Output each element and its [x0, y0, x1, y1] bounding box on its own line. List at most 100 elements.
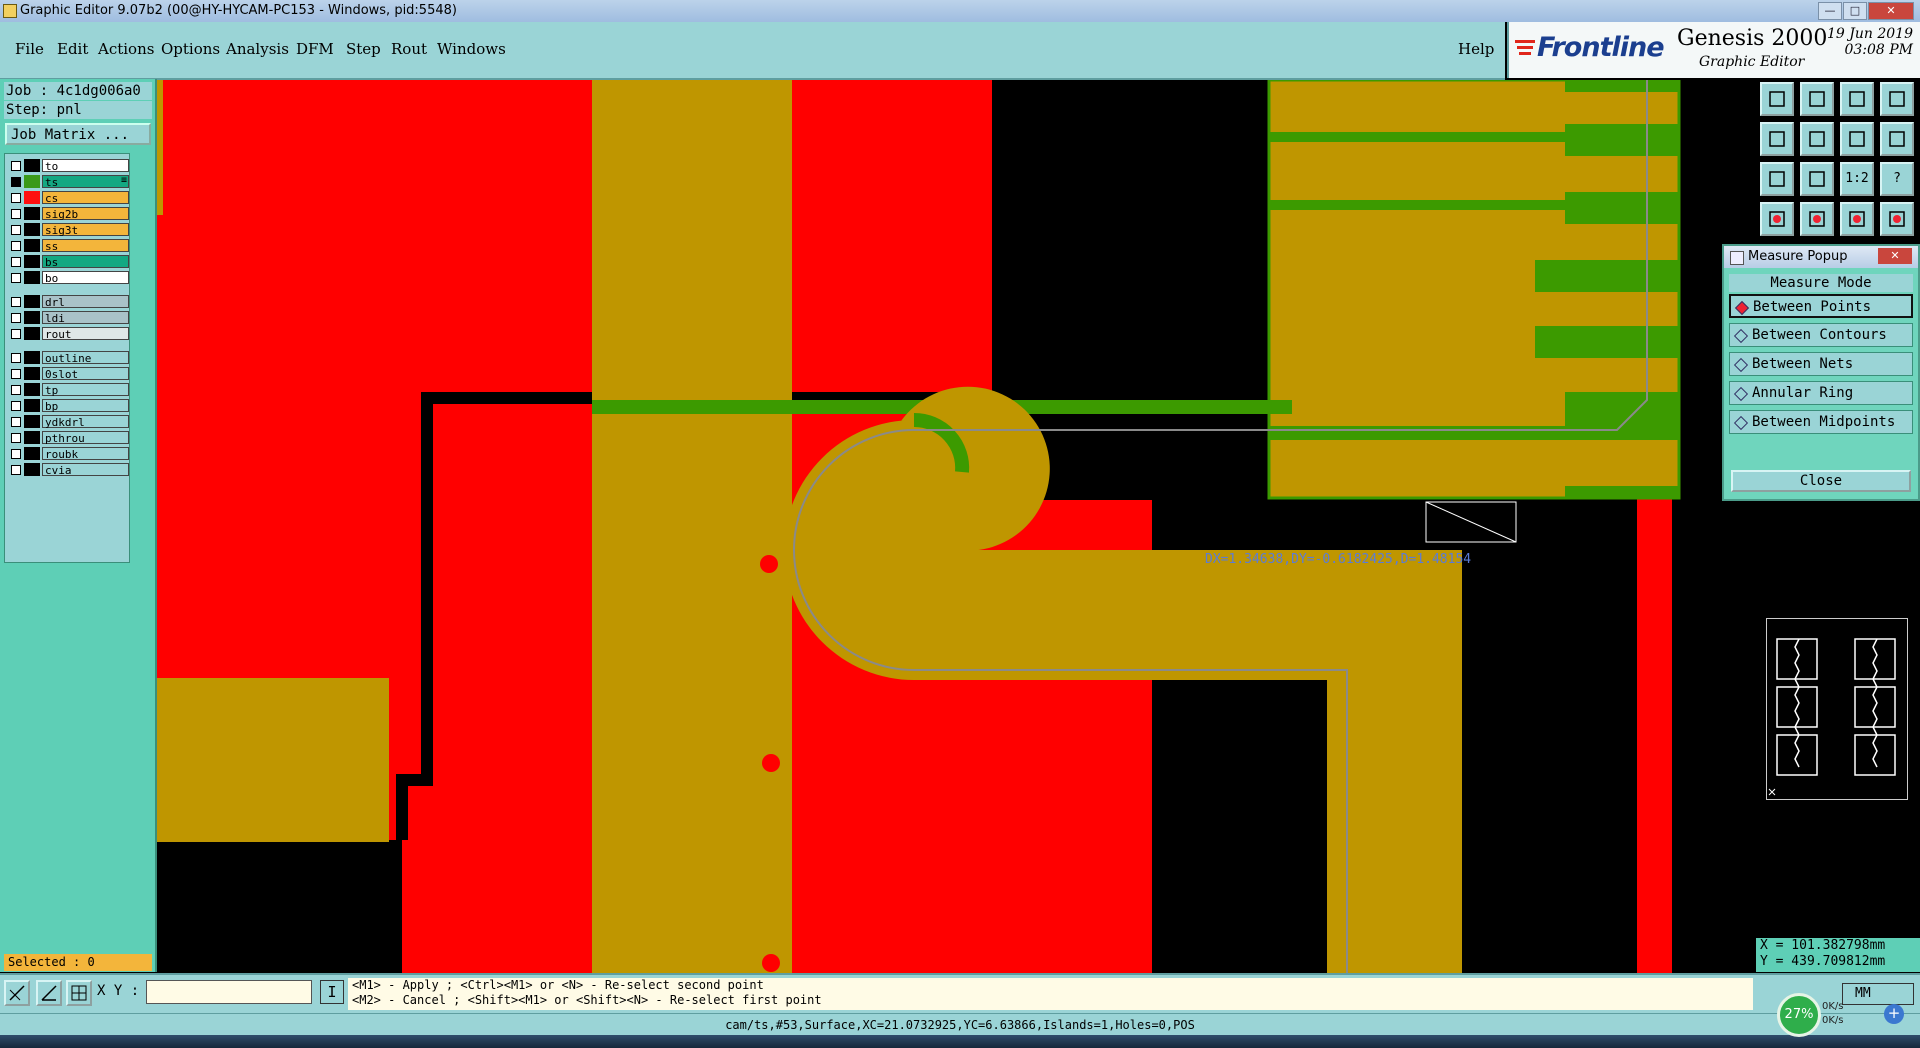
layer-row-ss[interactable]: ss: [8, 238, 129, 253]
graphic-canvas[interactable]: DX=1.34638,DY=-0.6182425,D=1.48154: [157, 80, 1754, 973]
layer-row-sig3t[interactable]: sig3t: [8, 222, 129, 237]
layer-checkbox[interactable]: [11, 401, 21, 411]
layer-checkbox[interactable]: [11, 369, 21, 379]
grid-icon[interactable]: [66, 980, 92, 1006]
layer-row-ts[interactable]: ts ≡: [8, 174, 129, 189]
layer-row-bs[interactable]: bs: [8, 254, 129, 269]
layer-row-bo[interactable]: bo: [8, 270, 129, 285]
measure-option-between-points[interactable]: Between Points: [1729, 294, 1913, 318]
layer-checkbox[interactable]: [11, 385, 21, 395]
compare-icon[interactable]: [1880, 202, 1914, 236]
measure-option-between-contours[interactable]: Between Contours: [1729, 323, 1913, 347]
job-matrix-button[interactable]: Job Matrix ...: [5, 123, 151, 145]
pan-left-icon[interactable]: [1760, 122, 1794, 156]
close-window-button[interactable]: ✕: [1868, 2, 1914, 20]
menu-help[interactable]: Help: [1458, 40, 1494, 58]
layer-checkbox[interactable]: [11, 161, 21, 171]
layer-checkbox[interactable]: [11, 225, 21, 235]
measure-icon[interactable]: [1760, 202, 1794, 236]
app-icon: [3, 4, 17, 18]
layer-row-cvia[interactable]: cvia: [8, 462, 129, 477]
draw-line-icon[interactable]: [4, 980, 30, 1006]
layer-row-bp[interactable]: bp: [8, 398, 129, 413]
layer-row-drl[interactable]: drl: [8, 294, 129, 309]
overview-map[interactable]: [1767, 619, 1907, 799]
layer-checkbox[interactable]: [11, 433, 21, 443]
layer-row-pthrou[interactable]: pthrou: [8, 430, 129, 445]
menu-windows[interactable]: Windows: [437, 40, 506, 58]
via-pad: [762, 754, 780, 772]
layer-checkbox[interactable]: [11, 193, 21, 203]
pcb-artwork[interactable]: DX=1.34638,DY=-0.6182425,D=1.48154: [157, 80, 1754, 973]
layer-row-tp[interactable]: tp: [8, 382, 129, 397]
menu-analysis[interactable]: Analysis: [226, 40, 289, 58]
home-icon[interactable]: [1840, 82, 1874, 116]
menu-dfm[interactable]: DFM: [296, 40, 334, 58]
layer-row-ydkdrl[interactable]: ydkdrl: [8, 414, 129, 429]
layer-row-0slot[interactable]: 0slot: [8, 366, 129, 381]
layer-checkbox[interactable]: [11, 257, 21, 267]
network-plus-icon[interactable]: +: [1884, 1004, 1904, 1024]
layer-row-roubk[interactable]: roubk: [8, 446, 129, 461]
layer-row-sig2b[interactable]: sig2b: [8, 206, 129, 221]
measure-option-between-midpoints[interactable]: Between Midpoints: [1729, 410, 1913, 434]
layer-checkbox[interactable]: [11, 273, 21, 283]
popup-close-button[interactable]: Close: [1731, 470, 1911, 492]
gold-strip: [592, 80, 792, 973]
popup-header[interactable]: Measure Popup ✕: [1724, 246, 1918, 268]
help-icon[interactable]: ?: [1880, 162, 1914, 196]
measure-option-label: Between Contours: [1752, 327, 1887, 343]
xy-input[interactable]: [146, 980, 312, 1004]
snap-icon[interactable]: [1800, 82, 1834, 116]
net-icon[interactable]: [1800, 202, 1834, 236]
menu-edit[interactable]: Edit: [57, 40, 88, 58]
layer-checkbox[interactable]: [11, 313, 21, 323]
layers-icon[interactable]: [1840, 202, 1874, 236]
measure-option-between-nets[interactable]: Between Nets: [1729, 352, 1913, 376]
layer-row-rout[interactable]: rout: [8, 326, 129, 341]
one-to-two-icon[interactable]: 1:2: [1840, 162, 1874, 196]
window-title-bar: Graphic Editor 9.07b2 (00@HY-HYCAM-PC153…: [0, 0, 1920, 22]
maximize-button[interactable]: □: [1843, 2, 1867, 20]
menu-actions[interactable]: Actions: [98, 40, 154, 58]
layer-row-to[interactable]: to: [8, 158, 129, 173]
hint-line-1: <M1> - Apply ; <Ctrl><M1> or <N> - Re-se…: [352, 978, 764, 992]
layer-checkbox[interactable]: [11, 329, 21, 339]
draw-icon[interactable]: [1880, 122, 1914, 156]
draw-angle-icon[interactable]: [36, 980, 62, 1006]
measure-option-annular-ring[interactable]: Annular Ring: [1729, 381, 1913, 405]
layer-name: ydkdrl: [42, 415, 129, 429]
menu-step[interactable]: Step: [346, 40, 381, 58]
menu-options[interactable]: Options: [161, 40, 220, 58]
help-icon-label: ?: [1893, 171, 1901, 186]
flip-icon[interactable]: [1840, 122, 1874, 156]
minimize-button[interactable]: —: [1818, 2, 1842, 20]
layer-checkbox[interactable]: [11, 297, 21, 307]
menu-file[interactable]: File: [15, 40, 44, 58]
layer-checkbox[interactable]: [11, 209, 21, 219]
layer-row-ldi[interactable]: ldi: [8, 310, 129, 325]
layer-checkbox[interactable]: [11, 353, 21, 363]
menu-rout[interactable]: Rout: [391, 40, 427, 58]
zoom-home-icon[interactable]: [1800, 162, 1834, 196]
pan-right-icon[interactable]: [1800, 122, 1834, 156]
layer-color-swatch: [24, 383, 40, 396]
gold-strip: [157, 80, 163, 215]
zoom-fit-icon[interactable]: [1760, 162, 1794, 196]
layer-row-cs[interactable]: cs: [8, 190, 129, 205]
layer-checkbox[interactable]: [11, 449, 21, 459]
text-cursor-icon[interactable]: I: [320, 980, 344, 1004]
split-view-icon[interactable]: [1880, 82, 1914, 116]
popup-close-icon[interactable]: ✕: [1878, 248, 1912, 264]
popup-icon: [1730, 251, 1744, 265]
layer-row-outline[interactable]: outline: [8, 350, 129, 365]
layer-checkbox[interactable]: [11, 241, 21, 251]
panel-overview[interactable]: [1766, 618, 1908, 800]
select-icon[interactable]: [1760, 82, 1794, 116]
layer-checkbox[interactable]: [11, 177, 21, 187]
layer-color-swatch: [24, 207, 40, 220]
layer-checkbox[interactable]: [11, 417, 21, 427]
layer-checkbox[interactable]: [11, 465, 21, 475]
measure-popup[interactable]: Measure Popup ✕ Measure Mode Between Poi…: [1722, 244, 1920, 501]
layer-color-swatch: [24, 295, 40, 308]
